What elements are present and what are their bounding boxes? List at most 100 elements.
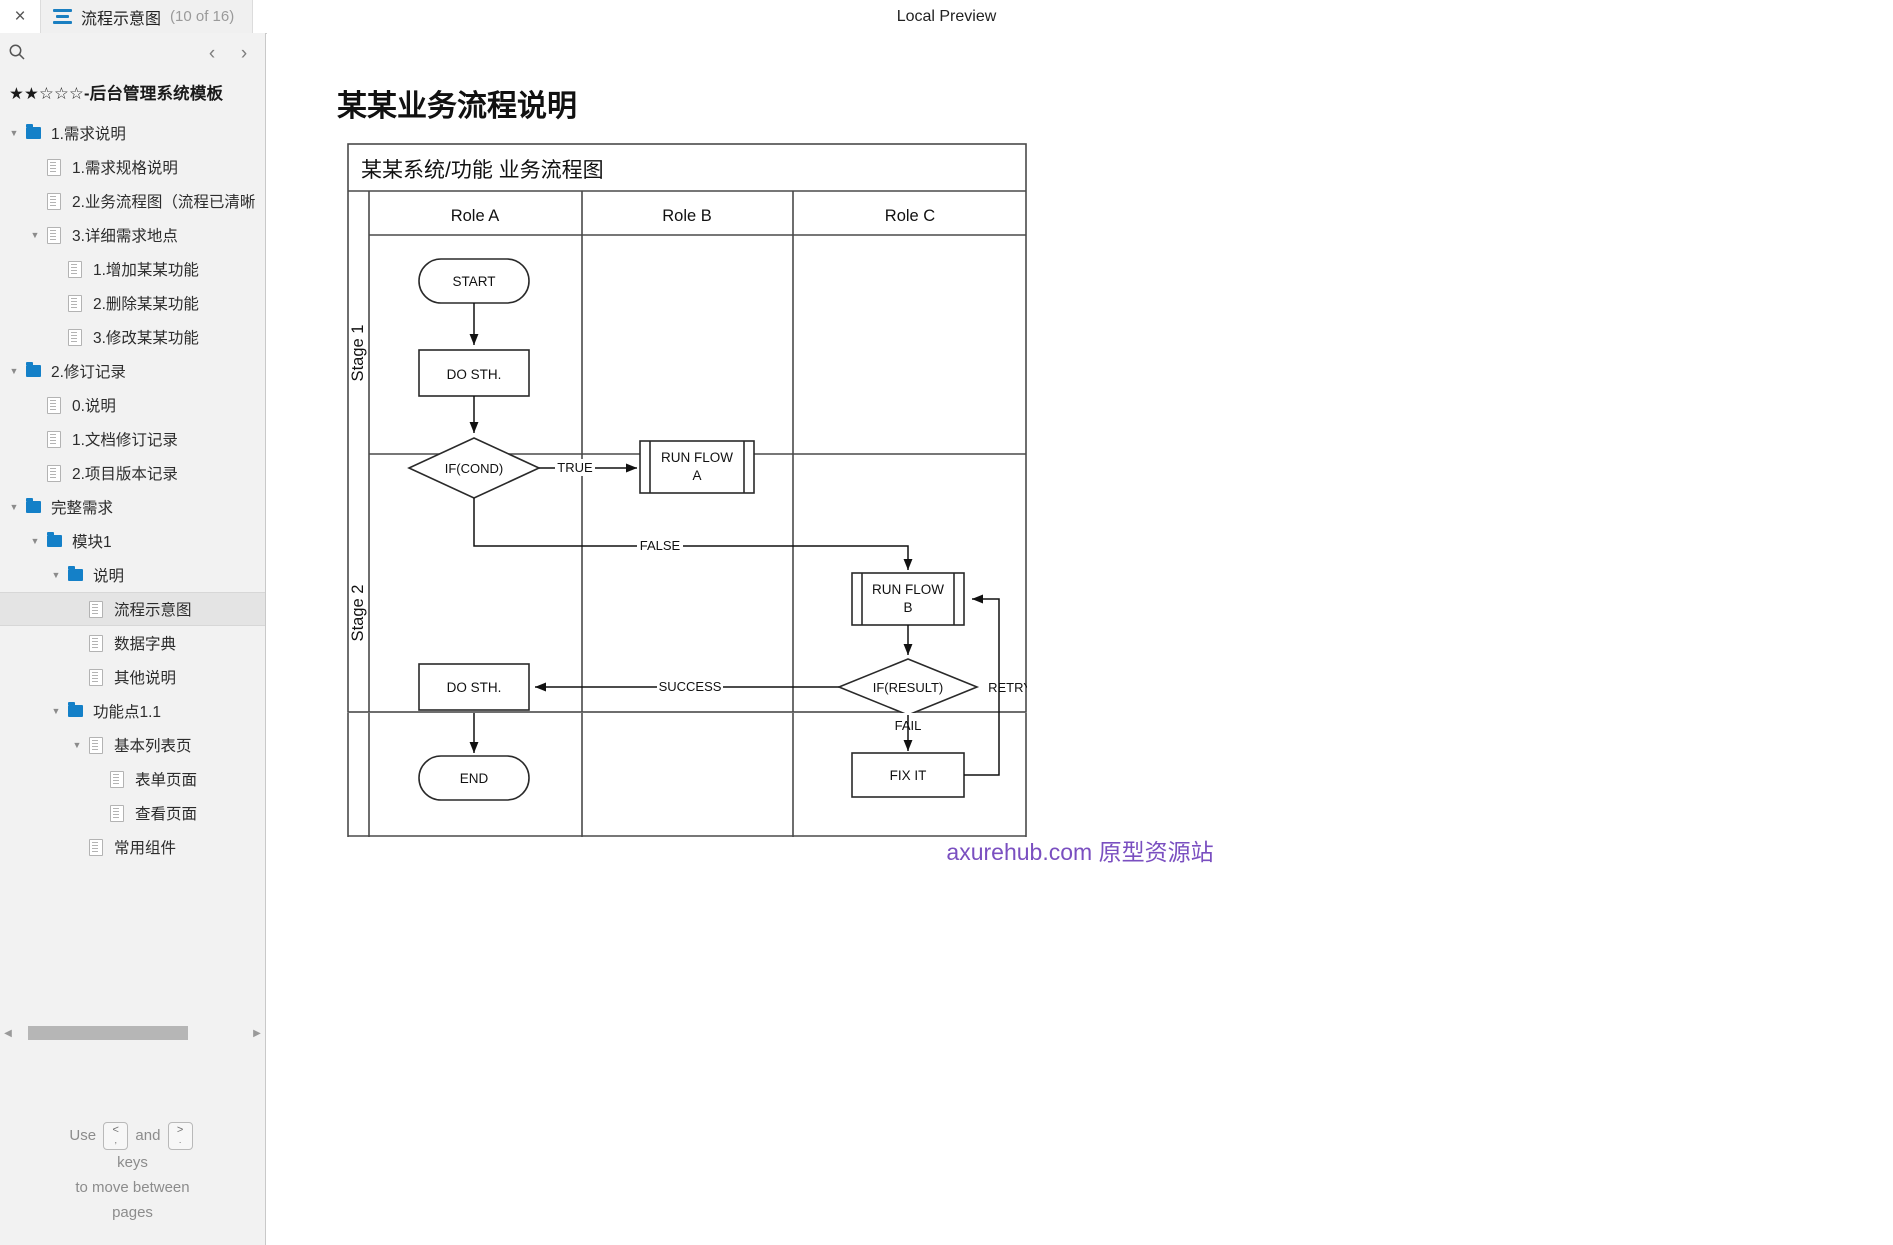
page-icon [43,192,65,210]
folder-icon [22,124,44,139]
lane-grid [347,143,1027,713]
tree-item-label: 2.删除某某功能 [93,296,199,313]
node-if-cond-label: IF(COND) [445,461,504,476]
edge-fail-label: FAIL [895,718,922,733]
sidebar: ‹ › ★★☆☆☆-后台管理系统模板 ▼1.需求说明▼1.需求规格说明▼2.业务… [0,33,266,1245]
stage-label-1: Stage 1 [349,325,367,382]
tree-item[interactable]: ▼查看页面 [0,796,265,830]
page-icon [85,600,107,618]
page-icon [85,634,107,652]
close-icon[interactable]: × [0,0,40,33]
node-run-flow-b [851,572,965,626]
lane-header-role-b: Role B [662,207,712,225]
key-prev: < , [103,1122,129,1150]
tree-item[interactable]: ▼ 说明 [0,558,265,592]
page-glyph [110,804,124,822]
tree-item-label: 1.需求规格说明 [72,160,178,177]
page-glyph [47,192,61,210]
tree-item[interactable]: ▼1.增加某某功能 [0,252,265,286]
tab-title: 流程示意图 [81,10,162,28]
chevron-down-icon[interactable]: ▼ [48,706,64,716]
edge-fixit-to-retry [964,713,1000,776]
tree-item[interactable]: ▼3.修改某某功能 [0,320,265,354]
tree-item-label: 功能点1.1 [93,704,162,721]
scroll-right-icon[interactable]: ▶ [249,1028,265,1039]
page-icon [85,838,107,856]
tree-item[interactable]: ▼流程示意图 [0,592,265,626]
tree-item[interactable]: ▼2.业务流程图（流程已清晰 [0,184,265,218]
active-tab[interactable]: 流程示意图 (10 of 16) [40,0,254,33]
folder-glyph [67,566,83,581]
chevron-down-icon[interactable]: ▼ [27,536,43,546]
tree-item[interactable]: ▼数据字典 [0,626,265,660]
chevron-down-icon[interactable]: ▼ [6,366,22,376]
folder-icon [43,532,65,547]
tree-item[interactable]: ▼2.项目版本记录 [0,456,265,490]
key-next-bottom: . [178,1135,182,1145]
tree-item[interactable]: ▼1.文档修订记录 [0,422,265,456]
page-glyph [47,158,61,176]
watermark-text: 原型资源站 [1098,839,1214,865]
scroll-thumb[interactable] [28,1026,188,1040]
folder-icon [64,702,86,717]
tab-page-count: (10 of 16) [170,8,235,25]
scroll-track[interactable] [16,1026,249,1040]
key-next: > . [167,1122,193,1150]
page-icon [106,770,128,788]
project-title: ★★☆☆☆-后台管理系统模板 [9,85,224,103]
folder-icon [22,498,44,513]
page-icon [43,396,65,414]
tree-item[interactable]: ▼0.说明 [0,388,265,422]
chevron-down-icon[interactable]: ▼ [69,740,85,750]
node-run-flow-a [639,440,755,494]
node-do-sth-1-label: DO STH. [447,367,502,382]
node-run-flow-b-label-2: B [903,600,912,615]
tree-item[interactable]: ▼表单页面 [0,762,265,796]
chevron-down-icon[interactable]: ▼ [27,230,43,240]
page-glyph [47,396,61,414]
page-glyph [89,668,103,686]
tree-item-label: 1.增加某某功能 [93,262,199,279]
page-glyph [89,634,103,652]
scroll-left-icon[interactable]: ◀ [0,1028,16,1039]
page-glyph [89,600,103,618]
sidebar-horizontal-scrollbar[interactable]: ◀ ▶ [0,1021,265,1045]
chevron-down-icon[interactable]: ▼ [48,570,64,580]
menu-icon[interactable] [53,9,72,24]
tree-item[interactable]: ▼ 3.详细需求地点 [0,218,265,252]
next-page-button[interactable]: › [231,40,257,66]
page-icon [43,226,65,244]
tree-item[interactable]: ▼ 基本列表页 [0,728,265,762]
node-run-flow-b-label-1: RUN FLOW [872,582,944,597]
diagram-title: 某某系统/功能 业务流程图 [361,159,604,182]
tree-item-label: 流程示意图 [114,602,192,619]
tree-item[interactable]: ▼其他说明 [0,660,265,694]
prev-page-button[interactable]: ‹ [199,40,225,66]
tree-item-label: 1.文档修订记录 [72,432,178,449]
chevron-down-icon[interactable]: ▼ [6,502,22,512]
page-glyph [68,294,82,312]
tree-item[interactable]: ▼ 功能点1.1 [0,694,265,728]
folder-glyph [25,124,41,139]
search-icon[interactable] [8,43,26,61]
tree-item[interactable]: ▼ 完整需求 [0,490,265,524]
sidebar-toolbar: ‹ › [0,33,265,70]
tree-item[interactable]: ▼ 模块1 [0,524,265,558]
tree-item[interactable]: ▼ 1.需求说明 [0,116,265,150]
page-icon [43,464,65,482]
tree-item[interactable]: ▼ 2.修订记录 [0,354,265,388]
flowchart-svg: 某某系统/功能 业务流程图 Role A Role B Role C Stage… [347,143,1032,753]
node-end-label: END [460,771,489,786]
page-glyph [89,838,103,856]
tree-item-label: 数据字典 [114,636,177,653]
tree-item[interactable]: ▼1.需求规格说明 [0,150,265,184]
edge-retry [971,594,1000,753]
edge-retry-label: RETRY [988,680,1027,695]
swimlane-flowchart: 某某系统/功能 业务流程图 Role A Role B Role C Stage… [347,143,1032,837]
chevron-down-icon[interactable]: ▼ [6,128,22,138]
page-icon [85,668,107,686]
tree-item[interactable]: ▼常用组件 [0,830,265,864]
page-glyph [47,430,61,448]
node-run-flow-a-label-1: RUN FLOW [661,450,733,465]
tree-item[interactable]: ▼2.删除某某功能 [0,286,265,320]
